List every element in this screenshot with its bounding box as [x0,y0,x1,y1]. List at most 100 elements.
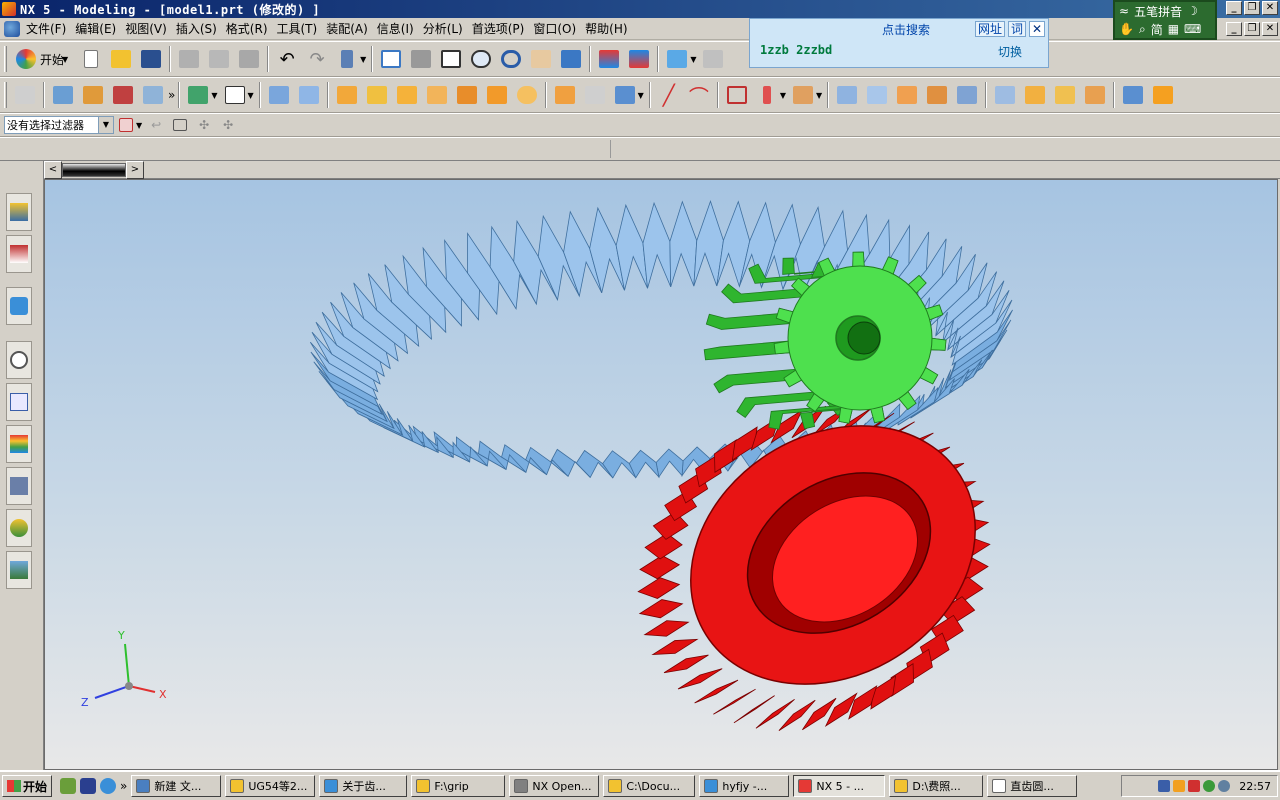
chevron-down-icon[interactable]: ▼ [780,91,786,100]
menu-preferences[interactable]: 首选项(P) [472,20,534,37]
taskbar-task-button[interactable]: 关于齿... [319,775,408,797]
taskbar-start-button[interactable]: 开始 [2,775,52,797]
paste-button[interactable] [235,45,263,73]
surface-8-button[interactable] [1051,81,1079,109]
menu-file[interactable]: 文件(F) [26,20,75,37]
select-edge-button[interactable]: ✣ [217,115,239,135]
surface-10-button[interactable] [1119,81,1147,109]
datum-csys-button[interactable] [221,81,249,109]
fit-button[interactable] [377,45,405,73]
quick-launch-app-icon[interactable] [60,778,76,794]
chevron-down-icon[interactable]: ▼ [360,55,366,64]
ime-expand-icon[interactable]: ≈ [1119,4,1129,18]
taskbar-task-button[interactable]: 直齿圆... [987,775,1078,797]
tube-button[interactable] [393,81,421,109]
tab-scroll-left-button[interactable]: < [44,161,62,179]
ime-name[interactable]: 五笔拼音 [1134,3,1182,20]
taskbar-task-button[interactable]: C:\Docu... [603,775,696,797]
chamfer-button[interactable] [581,81,609,109]
ime-simplified-toggle[interactable]: 简 [1151,21,1163,38]
select-face-button[interactable]: ✣ [193,115,215,135]
perspective-button[interactable] [557,45,585,73]
menu-analysis[interactable]: 分析(L) [423,20,472,37]
toolbar-grip[interactable] [4,82,7,108]
ime-search-link[interactable]: 点击搜索 [882,21,930,38]
toolbar-grip[interactable] [4,46,7,72]
tray-security-icon[interactable] [1203,780,1216,792]
pad-button[interactable] [423,81,451,109]
point-button[interactable] [753,81,781,109]
ime-keyboard-icon[interactable]: ⌨ [1184,22,1201,36]
start-button[interactable]: 开始 ▼ [10,45,76,73]
more-icon[interactable]: » [168,88,175,102]
pocket-button[interactable] [453,81,481,109]
section-view-button[interactable] [625,45,653,73]
chevron-down-icon[interactable]: ▼ [816,91,822,100]
restore-button[interactable]: ❐ [1244,1,1260,15]
taskbar-task-button[interactable]: 新建 文... [131,775,222,797]
chevron-down-icon[interactable]: ▼ [136,121,142,130]
undo-button[interactable]: ↶ [273,45,301,73]
menu-assemblies[interactable]: 装配(A) [326,20,377,37]
taskbar-task-button[interactable]: D:\费照... [889,775,984,797]
reuse-library-tab[interactable] [6,287,32,325]
ime-close-button[interactable]: ✕ [1029,21,1045,37]
tab-scroll-right-button[interactable]: > [126,161,144,179]
zoom-window-button[interactable] [407,45,435,73]
process-studio-tab[interactable] [6,467,32,505]
sweep-button[interactable] [363,81,391,109]
surface-5-button[interactable] [953,81,981,109]
quick-launch-anchor-icon[interactable] [80,778,96,794]
visualization-tab[interactable] [6,425,32,463]
surface-3-button[interactable] [893,81,921,109]
part-navigator-tab[interactable] [6,235,32,273]
curve-ops-button[interactable] [789,81,817,109]
surface-1-button[interactable] [833,81,861,109]
book-button[interactable] [49,81,77,109]
ime-url-chip[interactable]: 网址 [974,21,1005,37]
document-menu-icon[interactable] [4,20,20,37]
ime-word-chip[interactable]: 词 [1007,21,1026,37]
new-file-button[interactable] [77,45,105,73]
ime-hand-icon[interactable]: ✋ [1119,22,1134,36]
part-navigator-button[interactable] [11,81,39,109]
system-scenes-tab[interactable] [6,551,32,589]
taskbar-task-button[interactable]: hyfjy -... [699,775,790,797]
copy-button[interactable] [205,45,233,73]
gear-feature-button[interactable] [79,81,107,109]
spring-button[interactable] [109,81,137,109]
menu-format[interactable]: 格式(R) [226,20,277,37]
revolve-button[interactable] [295,81,323,109]
surface-9-button[interactable] [1081,81,1109,109]
menu-edit[interactable]: 编辑(E) [75,20,125,37]
taskbar-task-button[interactable]: NX 5 - ... [793,775,886,797]
quick-launch-browser-icon[interactable] [100,778,116,794]
surface-2-button[interactable] [863,81,891,109]
assembly-navigator-tab[interactable] [6,193,32,231]
hole-button[interactable] [513,81,541,109]
menu-help[interactable]: 帮助(H) [585,20,636,37]
snap-point-button[interactable] [115,115,137,135]
datum-plane-button[interactable] [184,81,212,109]
taskbar-task-button[interactable]: F:\grip [411,775,506,797]
render-style-button[interactable] [595,45,623,73]
surface-6-button[interactable] [991,81,1019,109]
nx-app-icon[interactable] [2,2,16,16]
arc-button[interactable]: ⌒ [685,81,713,109]
open-button[interactable] [107,45,135,73]
chevron-down-icon[interactable]: ▼ [690,55,696,64]
pan-button[interactable] [527,45,555,73]
sketch-button[interactable] [139,81,167,109]
bevel-gear[interactable] [637,374,1024,737]
layer-button[interactable] [699,45,727,73]
boss-button[interactable] [483,81,511,109]
chevron-down-icon[interactable]: ▼ [248,91,254,100]
edge-blend-button[interactable] [551,81,579,109]
surface-7-button[interactable] [1021,81,1049,109]
history-tab[interactable] [6,341,32,379]
redo-button[interactable]: ↷ [303,45,331,73]
taskbar-task-button[interactable]: UG54等2... [225,775,316,797]
selection-filter-dropdown[interactable]: 没有选择过滤器 ▼ [4,116,114,134]
instance-button[interactable] [611,81,639,109]
ime-search-icon[interactable]: ⌕ [1139,22,1146,37]
